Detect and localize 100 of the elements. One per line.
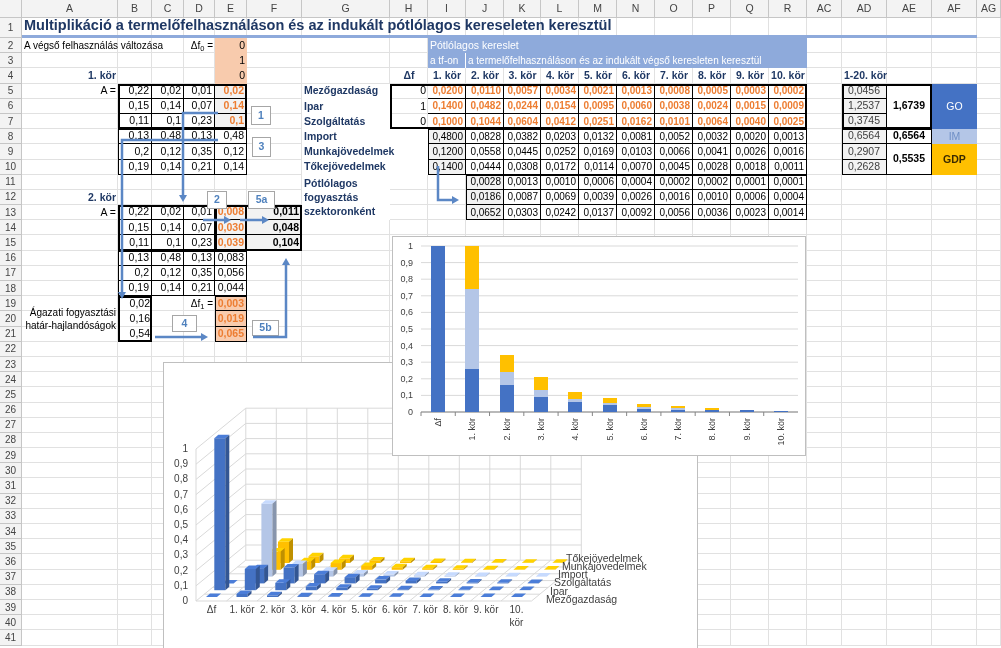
table-cell: 0,0020 xyxy=(731,129,769,145)
column-header[interactable]: R xyxy=(769,0,807,18)
table-cell: 0,0039 xyxy=(579,189,617,206)
row-header[interactable]: 40 xyxy=(0,615,22,631)
row-header[interactable]: 25 xyxy=(0,387,22,403)
row-header[interactable]: 29 xyxy=(0,448,22,464)
row-header[interactable]: 34 xyxy=(0,524,22,540)
table-cell: 0,0006 xyxy=(579,174,617,190)
table-cell: 0,14 xyxy=(152,220,184,236)
column-header[interactable]: AD xyxy=(842,0,887,18)
table-cell: 0,0087 xyxy=(504,189,541,206)
bar xyxy=(491,559,507,563)
bar xyxy=(497,579,513,584)
axis-label: 0 xyxy=(182,595,188,606)
table-cell: 0,0025 xyxy=(769,113,807,130)
column-header[interactable]: H xyxy=(390,0,428,18)
table-cell: 0,19 xyxy=(118,159,152,175)
bar xyxy=(450,593,465,597)
category-label: 4. kör xyxy=(570,418,581,441)
column-header[interactable]: N xyxy=(617,0,655,18)
row-header[interactable]: 4 xyxy=(0,68,22,84)
row-header[interactable]: 9 xyxy=(0,144,22,160)
callout-label: 1 xyxy=(251,106,271,125)
column-heading: 4. kör xyxy=(545,68,575,84)
category-label: 10. kör xyxy=(775,418,786,446)
table-cell: 0,0001 xyxy=(769,174,807,190)
table-cell: 0,0114 xyxy=(579,159,617,175)
column-header[interactable]: B xyxy=(118,0,152,18)
table-cell: 0,0016 xyxy=(655,189,693,206)
category-label: Δf xyxy=(433,418,444,427)
column-header[interactable]: AG xyxy=(977,0,1001,18)
callout-label: 4 xyxy=(172,315,197,332)
row-header[interactable]: 36 xyxy=(0,554,22,570)
table-cell: 0,2907 xyxy=(842,144,887,160)
column-header[interactable]: F xyxy=(247,0,302,18)
axis-label: 0,2 xyxy=(174,564,188,576)
axis-label: 1 xyxy=(182,443,188,454)
table-cell: 0,044 xyxy=(215,281,247,297)
table-cell: 0,23 xyxy=(184,235,215,251)
row-header[interactable]: 14 xyxy=(0,220,22,236)
column-header[interactable]: E xyxy=(215,0,247,18)
column-heading: 1-20. kör xyxy=(843,68,889,84)
bar xyxy=(513,565,529,570)
row-header[interactable]: 41 xyxy=(0,630,22,646)
table-cell: 0,0101 xyxy=(655,113,693,130)
table-cell: 0,0011 xyxy=(769,159,807,175)
column-header[interactable]: K xyxy=(504,0,541,18)
category-label: 4. kör xyxy=(320,603,347,616)
row-header[interactable]: 24 xyxy=(0,372,22,388)
column-header[interactable]: M xyxy=(579,0,617,18)
bar xyxy=(483,565,499,570)
table-cell: 0,21 xyxy=(184,281,215,297)
table-cell: 0,12 xyxy=(215,144,247,160)
row-header[interactable]: 2 xyxy=(0,38,22,54)
row-heading: Munkajövedelmek xyxy=(302,144,428,160)
row-header[interactable]: 31 xyxy=(0,478,22,494)
bar xyxy=(389,593,404,597)
column-header[interactable]: AC xyxy=(807,0,842,18)
row-header[interactable]: 35 xyxy=(0,539,22,555)
table-cell: 0,0015 xyxy=(731,98,769,114)
connector-arrow xyxy=(155,333,208,341)
column-header[interactable]: AF xyxy=(932,0,977,18)
table-cell: 0,2 xyxy=(118,265,152,281)
axis-label: 0,7 xyxy=(400,290,413,301)
row-header[interactable]: 20 xyxy=(0,311,22,327)
table-cell: 0,0016 xyxy=(769,144,807,160)
row-header[interactable]: 18 xyxy=(0,281,22,297)
column-header[interactable]: A xyxy=(22,0,118,18)
select-all-corner[interactable] xyxy=(0,0,22,18)
column-header[interactable]: L xyxy=(541,0,579,18)
round-label: 1. kör xyxy=(87,68,117,84)
column-header[interactable]: O xyxy=(655,0,693,18)
bar xyxy=(552,559,568,563)
row-header[interactable]: 30 xyxy=(0,463,22,479)
column-header[interactable]: D xyxy=(184,0,215,18)
column-header[interactable]: P xyxy=(693,0,731,18)
axis-label: 0,2 xyxy=(400,373,413,384)
category-label: 7. kör xyxy=(411,603,439,616)
column-header[interactable]: I xyxy=(428,0,466,18)
column-heading: Δf xyxy=(402,68,416,84)
row-header[interactable]: 19 xyxy=(0,296,22,312)
table-cell: 0,1400 xyxy=(428,98,466,114)
column-header[interactable]: AE xyxy=(887,0,932,18)
column-header[interactable]: G xyxy=(302,0,390,18)
row-header[interactable]: 15 xyxy=(0,235,22,251)
row-header[interactable]: 1 xyxy=(0,18,22,38)
table-cell: 0,0066 xyxy=(655,144,693,160)
row-header[interactable]: 3 xyxy=(0,53,22,69)
column-header[interactable]: J xyxy=(466,0,504,18)
axis-label: 0,9 xyxy=(400,257,413,268)
column-header[interactable]: Q xyxy=(731,0,769,18)
table-cell: 0,21 xyxy=(184,159,215,175)
column-header[interactable]: C xyxy=(152,0,184,18)
axis-label: 0,6 xyxy=(400,307,413,318)
table-cell: 0,0013 xyxy=(504,174,541,190)
table-cell: 0,0056 xyxy=(655,205,693,221)
row-header[interactable]: 8 xyxy=(0,129,22,145)
row-header[interactable]: 13 xyxy=(0,205,22,221)
category-label: 5. kör xyxy=(604,418,615,441)
axis-label: 0,4 xyxy=(174,534,188,546)
